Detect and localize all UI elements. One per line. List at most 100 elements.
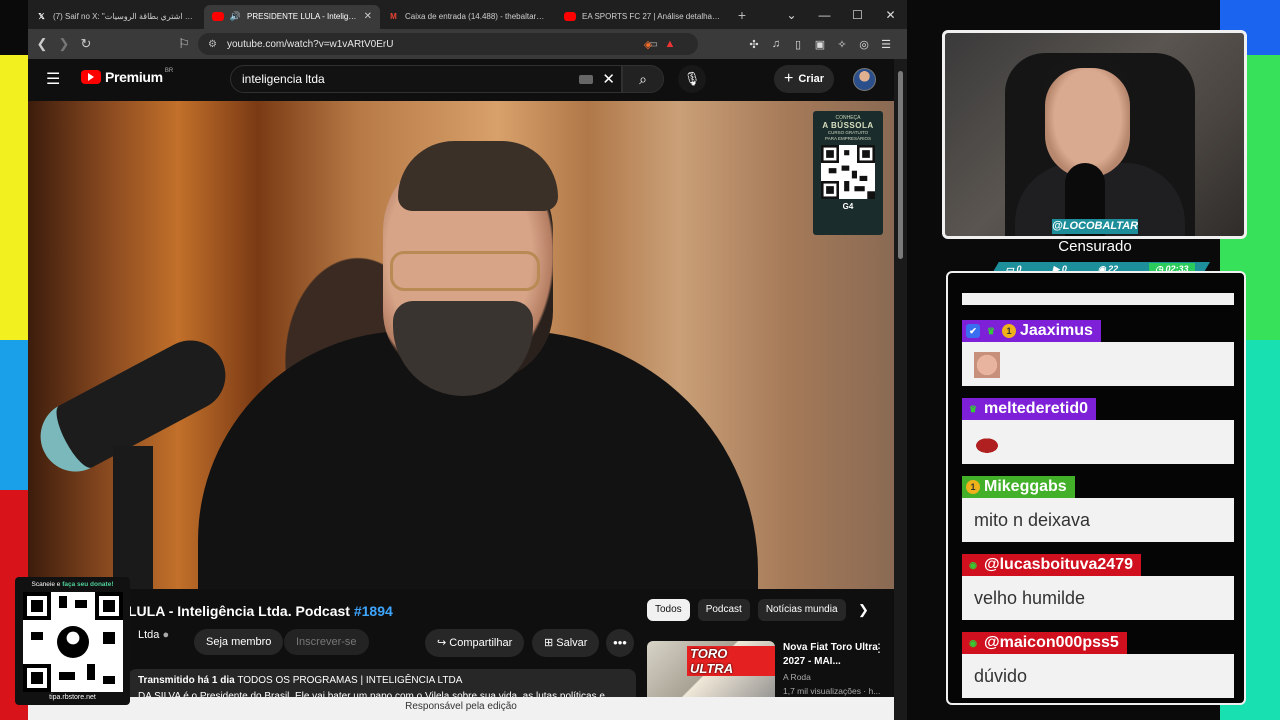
search-value: inteligencia ltda xyxy=(242,72,325,86)
back-icon[interactable]: ❮ xyxy=(31,36,53,52)
tab-strip: 𝕏 (7) Saif no X: "روسي اشتري بطاقة الروس… xyxy=(28,0,907,29)
voice-search-button[interactable]: 🎙 xyxy=(678,65,706,93)
verified-badge-icon: ✔ xyxy=(966,324,980,338)
video-person-hair xyxy=(398,141,558,211)
minimize-icon[interactable]: — xyxy=(808,8,841,22)
ad-line4: PARA EMPRESÁRIOS xyxy=(825,136,871,141)
site-info-icon[interactable]: ⚙ xyxy=(208,39,217,50)
speaker-icon[interactable]: 🔊 xyxy=(230,11,241,22)
create-button[interactable]: + Criar xyxy=(774,65,835,93)
x-logo-icon: 𝕏 xyxy=(38,12,45,21)
search-button[interactable]: ⌕ xyxy=(622,65,664,93)
sub-badge-icon: ♛ xyxy=(968,403,978,414)
donate-caption: Scaneie e faça seu donate! xyxy=(20,581,125,588)
chat-username-text: @maicon000pss5 xyxy=(984,634,1119,651)
chat-username-text: Mikeggabs xyxy=(984,478,1067,495)
url-text: youtube.com/watch?v=w1vARtV0ErU xyxy=(226,38,394,50)
address-bar-row: ❮ ❯ ↻ ⚐ ⚙ youtube.com/watch?v=w1vARtV0Er… xyxy=(28,29,907,59)
gmail-icon: M xyxy=(390,12,397,21)
ad-brand: G4 xyxy=(842,202,854,211)
media-icon[interactable]: ♫ xyxy=(765,38,787,50)
recommendation-chips: Todos Podcast Notícias mundia xyxy=(647,599,846,621)
hamburger-menu-icon[interactable]: ☰ xyxy=(46,69,60,89)
chevron-right-icon[interactable]: ❯ xyxy=(858,602,869,618)
new-tab-button[interactable]: + xyxy=(732,7,752,23)
coin-badge-icon: 1 xyxy=(966,480,980,494)
video-player[interactable]: CONHEÇA A BÚSSOLA CURSO GRATUITO PARA EM… xyxy=(28,101,894,589)
chat-message: 1 Mikeggabs mito n deixava xyxy=(962,476,1234,542)
extensions-icon[interactable]: ✣ xyxy=(743,38,765,51)
leo-ai-icon[interactable]: ✧ xyxy=(831,38,853,51)
recommended-title[interactable]: Nova Fiat Toro Ultra 2027 - MAI... xyxy=(783,641,878,669)
maximize-icon[interactable]: ☐ xyxy=(841,8,874,22)
more-actions-icon[interactable]: ••• xyxy=(606,629,634,657)
recommended-channel[interactable]: A Roda xyxy=(783,672,811,682)
sub-badge-icon: ♛ xyxy=(986,325,996,336)
channel-name[interactable]: Ltda ● xyxy=(138,629,169,641)
wallet-icon[interactable]: ▣ xyxy=(809,38,831,51)
chat-username: ✔ ♛ 1 Jaaximus xyxy=(962,320,1101,342)
browser-window: 𝕏 (7) Saif no X: "روسي اشتري بطاقة الروس… xyxy=(28,0,907,720)
page-scrollbar[interactable] xyxy=(894,59,907,720)
bookmark-icon[interactable]: ⚐ xyxy=(173,36,195,52)
video-title-text: LULA - Inteligência Ltda. Podcast xyxy=(128,603,350,619)
tab-youtube-lula[interactable]: 🔊 PRESIDENTE LULA - Inteligência Ltda ✕ xyxy=(204,4,380,29)
chat-message: ✔ ♛ 1 Jaaximus xyxy=(962,320,1234,386)
left-color-bar-yellow xyxy=(0,55,28,340)
tab-list-icon[interactable]: ⌄ xyxy=(775,8,808,22)
reload-icon[interactable]: ↻ xyxy=(75,36,97,52)
save-button[interactable]: ⊞ Salvar xyxy=(532,629,600,657)
keyboard-icon[interactable] xyxy=(579,75,593,84)
close-window-icon[interactable]: ✕ xyxy=(874,8,907,22)
chat-panel: ✔ ♛ 1 Jaaximus ♛ meltederetid0 1 Mikegga… xyxy=(946,271,1246,705)
chip-world-news[interactable]: Notícias mundia xyxy=(757,599,846,621)
youtube-page: ☰ Premium BR inteligencia ltda ✕ ⌕ 🎙 + Cr… xyxy=(28,59,907,720)
chip-all[interactable]: Todos xyxy=(647,599,690,621)
avatar[interactable] xyxy=(853,68,876,91)
window-controls: ⌄ — ☐ ✕ xyxy=(775,0,907,29)
streamer-handle: @LOCOBALTAR xyxy=(1052,219,1139,234)
sponsor-overlay-card[interactable]: CONHEÇA A BÚSSOLA CURSO GRATUITO PARA EM… xyxy=(813,111,883,235)
description-tags[interactable]: TODOS OS PROGRAMAS | INTELIGÊNCIA LTDA xyxy=(237,675,462,686)
more-vert-icon[interactable]: ⋮ xyxy=(873,641,885,655)
chat-username: ◉ @lucasboituva2479 xyxy=(962,554,1141,576)
menu-icon[interactable]: ☰ xyxy=(875,38,897,51)
close-icon[interactable]: ✕ xyxy=(364,11,372,22)
brave-shield-icon[interactable]: ◈ xyxy=(637,38,659,51)
video-hashtag[interactable]: #1894 xyxy=(354,603,393,619)
chat-message-body xyxy=(962,420,1234,464)
join-button[interactable]: Seja membro xyxy=(194,629,284,655)
chip-podcast[interactable]: Podcast xyxy=(697,599,750,621)
microphone-icon: 🎙 xyxy=(683,71,701,86)
chat-message-body: mito n deixava xyxy=(962,498,1234,542)
recommended-views: 1,7 mil visualizações · h... xyxy=(783,686,881,696)
url-field[interactable]: ⚙ youtube.com/watch?v=w1vARtV0ErU ▭ xyxy=(198,33,698,55)
youtube-premium-logo[interactable]: Premium BR xyxy=(81,68,174,85)
scrollbar-thumb[interactable] xyxy=(898,71,903,259)
sidebar-icon[interactable]: ▯ xyxy=(787,38,809,51)
search-input[interactable]: inteligencia ltda ✕ xyxy=(230,65,622,93)
youtube-icon xyxy=(212,12,224,21)
create-label: Criar xyxy=(798,73,825,85)
chat-partial-message xyxy=(962,293,1234,305)
crab-emote-icon xyxy=(974,430,1000,457)
forward-icon[interactable]: ❯ xyxy=(53,36,75,52)
webcam-face xyxy=(1045,68,1130,178)
tab-gmail[interactable]: M Caixa de entrada (14.488) - thebaltar@… xyxy=(380,5,556,29)
subscribe-button[interactable]: Inscrever-se xyxy=(284,629,369,655)
vpn-icon[interactable]: ◎ xyxy=(853,38,875,51)
clear-search-icon[interactable]: ✕ xyxy=(602,70,615,88)
verified-icon: ● xyxy=(162,629,170,641)
chat-username-text: meltederetid0 xyxy=(984,400,1089,417)
brave-rewards-icon[interactable]: ▲ xyxy=(659,38,681,50)
stream-status-title: Censurado xyxy=(1058,238,1132,255)
tab-x[interactable]: 𝕏 (7) Saif no X: "روسي اشتري بطاقة الروس… xyxy=(28,5,204,29)
tab-ea-sports[interactable]: EA SPORTS FC 27 | Análise detalhada da C… xyxy=(556,5,732,29)
share-button[interactable]: ↪ Compartilhar xyxy=(425,629,525,657)
logo-region: BR xyxy=(164,68,174,74)
chat-message: ◉ @maicon000pss5 dúvido xyxy=(962,632,1234,698)
share-label: Compartilhar xyxy=(449,637,513,649)
chat-message: ◉ @lucasboituva2479 velho humilde xyxy=(962,554,1234,620)
youtube-play-icon xyxy=(81,70,101,84)
video-person-glasses xyxy=(390,251,540,291)
